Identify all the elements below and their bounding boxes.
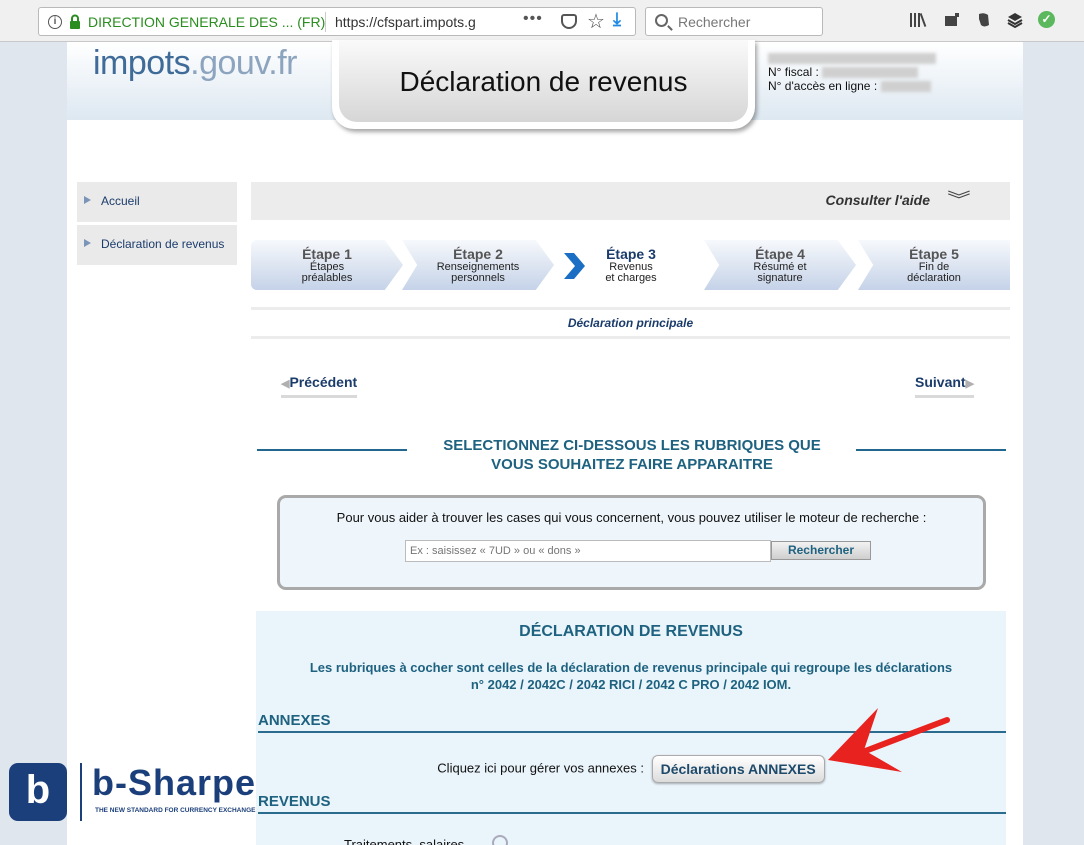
next-label: Suivant — [915, 374, 966, 390]
section-title: SELECTIONNEZ CI-DESSOUS LES RUBRIQUES QU… — [407, 436, 857, 474]
page-title: Déclaration de revenus — [399, 66, 688, 97]
arrow-right-icon: ▶ — [965, 378, 975, 390]
section-title-line2: VOUS SOUHAITEZ FAIRE APPARAITRE — [491, 456, 773, 473]
annexes-button[interactable]: Déclarations ANNEXES — [651, 755, 825, 783]
page-actions-icon[interactable]: ••• — [523, 10, 543, 28]
search-help-text: Pour vous aider à trouver les cases qui … — [336, 510, 927, 525]
user-info: N° fiscal : N° d'accès en ligne : — [768, 51, 936, 93]
annexes-prompt: Cliquez ici pour gérer vos annexes : — [437, 760, 644, 776]
triangle-right-icon — [84, 196, 91, 204]
checkmark-icon[interactable]: ✓ — [1038, 11, 1055, 28]
address-bar[interactable]: i DIRECTION GENERALE DES ... (FR) https:… — [38, 7, 636, 36]
layers-icon[interactable] — [1006, 11, 1024, 29]
step-line2: et charges — [605, 272, 657, 284]
step-4[interactable]: Étape 4 Résumé et signature — [704, 240, 856, 290]
screenshot-icon[interactable] — [943, 11, 961, 29]
double-chevron-down-icon[interactable]: ︾ — [947, 186, 970, 212]
section-rule-left — [257, 449, 407, 451]
search-input[interactable] — [405, 540, 771, 562]
revenus-item-radio[interactable] — [492, 835, 508, 845]
description-line1: Les rubriques à cocher sont celles de la… — [309, 660, 953, 675]
step-line2: déclaration — [907, 272, 961, 284]
previous-link[interactable]: ◀Précédent — [281, 374, 358, 398]
step-1[interactable]: Étape 1 Étapes préalables — [251, 240, 403, 290]
url-divider — [325, 12, 326, 32]
declaration-title: DÉCLARATION DE REVENUS — [519, 623, 743, 640]
search-button[interactable]: Rechercher — [771, 541, 871, 560]
declaration-description: Les rubriques à cocher sont celles de la… — [256, 659, 1006, 693]
fiscal-label: N° fiscal : — [768, 65, 819, 79]
declaration-subtitle: Déclaration principale — [251, 307, 1010, 339]
browser-search-placeholder: Rechercher — [678, 14, 751, 30]
title-tab: Déclaration de revenus — [332, 40, 755, 129]
watermark-divider — [80, 763, 82, 821]
info-icon[interactable]: i — [48, 15, 62, 29]
logo-main: impots — [93, 44, 191, 82]
step-title: Étape 3 — [606, 246, 656, 262]
url-text[interactable]: https://cfspart.impots.g — [335, 14, 485, 30]
redacted-name — [768, 53, 936, 65]
help-label[interactable]: Consulter l'aide — [826, 192, 930, 208]
step-line2: personnels — [451, 272, 505, 284]
triangle-right-icon — [84, 239, 91, 247]
section-title-line1: SELECTIONNEZ CI-DESSOUS LES RUBRIQUES QU… — [443, 437, 821, 454]
revenus-heading: REVENUS — [258, 793, 1006, 814]
impots-logo[interactable]: impots.gouv.fr — [93, 44, 298, 83]
pocket-icon[interactable] — [561, 14, 577, 29]
redacted-access-number — [880, 81, 931, 93]
revenus-item-label: Traitements, salaires — [344, 837, 465, 845]
step-2[interactable]: Étape 2 Renseignements personnels — [402, 240, 554, 290]
section-rule-right — [856, 449, 1006, 451]
logo-domain: .gouv.fr — [190, 44, 298, 82]
sidebar-item-accueil[interactable]: Accueil — [77, 182, 237, 222]
sidebar-item-label: Accueil — [101, 194, 140, 208]
bookmark-star-icon[interactable]: ☆ — [587, 9, 605, 34]
download-icon[interactable]: ⤓ — [613, 9, 621, 30]
previous-label: Précédent — [289, 374, 358, 390]
help-bar[interactable]: Consulter l'aide ︾ — [251, 182, 1010, 220]
evernote-icon[interactable] — [975, 11, 993, 29]
watermark-tagline: THE NEW STANDARD FOR CURRENCY EXCHANGE — [95, 807, 256, 814]
site-identity[interactable]: DIRECTION GENERALE DES ... (FR) — [88, 14, 325, 30]
description-line2: n° 2042 / 2042C / 2042 RICI / 2042 C PRO… — [470, 677, 792, 692]
browser-toolbar: i DIRECTION GENERALE DES ... (FR) https:… — [0, 0, 1084, 42]
step-5[interactable]: Étape 5 Fin de déclaration — [858, 240, 1010, 290]
step-title: Étape 1 — [302, 246, 352, 262]
redacted-fiscal-number — [822, 67, 919, 79]
search-panel: Pour vous aider à trouver les cases qui … — [277, 495, 986, 590]
step-title: Étape 5 — [909, 246, 959, 262]
watermark-brand: b-Sharpe — [92, 762, 257, 803]
step-3[interactable]: Étape 3 Revenus et charges — [554, 240, 708, 290]
lock-icon — [70, 14, 80, 29]
step-line2: signature — [757, 272, 803, 284]
red-arrow-annotation-icon — [828, 708, 950, 772]
sidebar-item-declaration[interactable]: Déclaration de revenus — [77, 225, 237, 265]
step-line2: préalables — [301, 272, 353, 284]
step-title: Étape 4 — [755, 246, 805, 262]
step-title: Étape 2 — [453, 246, 503, 262]
next-link[interactable]: Suivant▶ — [915, 374, 975, 398]
bsharpe-glyph: b — [25, 768, 51, 812]
access-label: N° d'accès en ligne : — [768, 79, 878, 93]
browser-search-box[interactable]: Rechercher — [645, 7, 823, 36]
library-icon[interactable] — [909, 11, 927, 29]
bsharpe-logo-icon: b — [9, 763, 67, 821]
sidebar-item-label: Déclaration de revenus — [101, 237, 225, 251]
search-icon — [655, 14, 668, 27]
